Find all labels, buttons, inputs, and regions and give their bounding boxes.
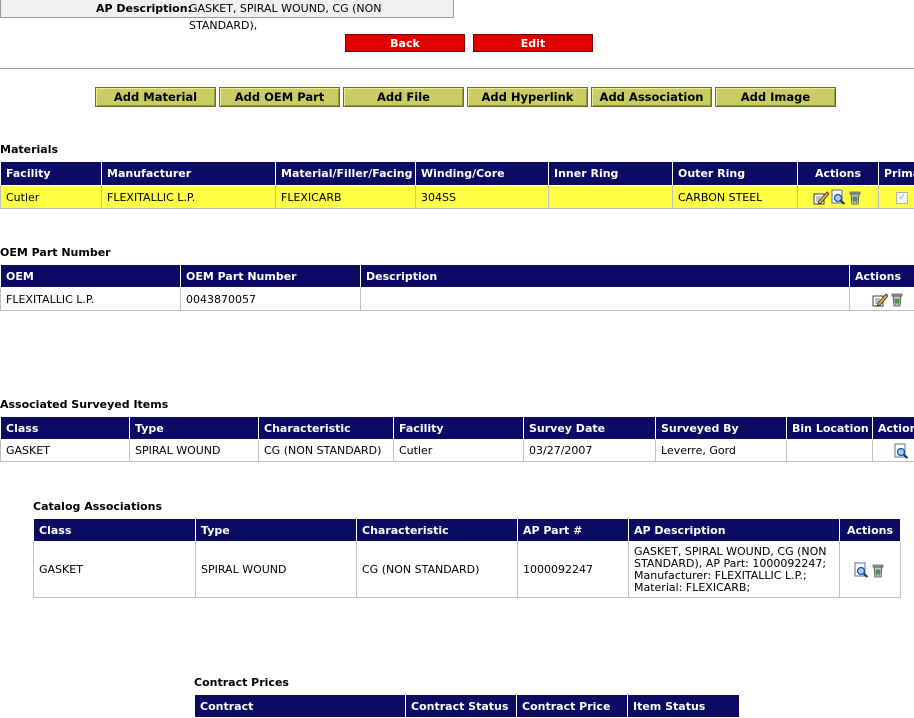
cell-ap-part: 1000092247 [518,542,629,598]
add-material-button[interactable]: Add Material [95,87,216,107]
col-description[interactable]: Description [361,265,850,288]
edit-icon[interactable] [872,291,888,307]
cell-manufacturer: FLEXITALLIC L.P. [102,186,276,209]
surveyed-table: Class Type Characteristic Facility Surve… [0,416,914,462]
contract-table: Contract Contract Status Contract Price … [194,694,740,718]
col-primary: Prima [879,162,914,186]
delete-icon[interactable] [889,291,905,307]
col-class[interactable]: Class [1,417,130,440]
col-characteristic[interactable]: Characteristic [259,417,394,440]
oem-header-row: OEM OEM Part Number Description Actions [1,265,914,288]
table-row[interactable]: Cutler FLEXITALLIC L.P. FLEXICARB 304SS … [1,186,914,209]
back-button[interactable]: Back [345,34,465,52]
cell-type: SPIRAL WOUND [196,542,357,598]
add-image-button[interactable]: Add Image [715,87,836,107]
catalog-header-row: Class Type Characteristic AP Part # AP D… [34,519,901,542]
add-association-button[interactable]: Add Association [591,87,712,107]
cell-material: FLEXICARB [276,186,416,209]
cell-actions [840,542,901,598]
col-type[interactable]: Type [196,519,357,542]
add-oem-part-button[interactable]: Add OEM Part [219,87,340,107]
divider [0,68,914,69]
cell-actions [798,186,879,209]
col-ap-description[interactable]: AP Description [629,519,840,542]
cell-primary: ✓ [879,186,914,209]
col-characteristic[interactable]: Characteristic [357,519,518,542]
cell-class: GASKET [34,542,196,598]
ap-description-label: AP Description: [96,0,192,17]
col-material[interactable]: Material/Filler/Facing [276,162,416,186]
col-contract-status[interactable]: Contract Status [406,695,517,718]
add-hyperlink-button[interactable]: Add Hyperlink [467,87,588,107]
cell-actions [850,288,914,311]
oem-title: OEM Part Number [0,246,111,259]
cell-outer-ring: CARBON STEEL [673,186,798,209]
col-type[interactable]: Type [130,417,259,440]
col-contract-price[interactable]: Contract Price [517,695,628,718]
view-icon[interactable] [893,443,909,459]
cell-surveyed-by: Leverre, Gord [656,440,787,462]
cell-characteristic: CG (NON STANDARD) [357,542,518,598]
col-manufacturer[interactable]: Manufacturer [102,162,276,186]
edit-icon[interactable] [813,189,829,205]
col-item-status[interactable]: Item Status [628,695,740,718]
col-ap-part[interactable]: AP Part # [518,519,629,542]
col-class[interactable]: Class [34,519,196,542]
col-action: Action [873,417,914,440]
cell-characteristic: CG (NON STANDARD) [259,440,394,462]
ap-description-value: GASKET, SPIRAL WOUND, CG (NON STANDARD), [189,0,453,34]
cell-action [873,440,914,462]
col-surveyed-by[interactable]: Surveyed By [656,417,787,440]
cell-facility: Cutler [1,186,102,209]
col-actions: Actions [840,519,901,542]
add-file-button[interactable]: Add File [343,87,464,107]
contract-header-row: Contract Contract Status Contract Price … [195,695,740,718]
view-icon[interactable] [853,562,869,578]
col-contract[interactable]: Contract [195,695,406,718]
view-icon[interactable] [830,189,846,205]
primary-checkbox[interactable]: ✓ [896,192,908,204]
table-row[interactable]: GASKET SPIRAL WOUND CG (NON STANDARD) 10… [34,542,901,598]
cell-oem-part-number: 0043870057 [181,288,361,311]
contract-title: Contract Prices [194,676,289,689]
cell-ap-description: GASKET, SPIRAL WOUND, CG (NON STANDARD),… [629,542,840,598]
ap-description-bar: AP Description: GASKET, SPIRAL WOUND, CG… [0,0,454,18]
materials-table: Facility Manufacturer Material/Filler/Fa… [0,161,914,209]
col-oem[interactable]: OEM [1,265,181,288]
cell-description [361,288,850,311]
col-facility[interactable]: Facility [394,417,524,440]
col-inner-ring[interactable]: Inner Ring [549,162,673,186]
cell-inner-ring [549,186,673,209]
cell-bin-location [787,440,873,462]
cell-oem: FLEXITALLIC L.P. [1,288,181,311]
cell-class: GASKET [1,440,130,462]
surveyed-title: Associated Surveyed Items [0,398,168,411]
col-bin-location[interactable]: Bin Location [787,417,873,440]
col-facility[interactable]: Facility [1,162,102,186]
cell-type: SPIRAL WOUND [130,440,259,462]
cell-winding: 304SS [416,186,549,209]
col-oem-part-number[interactable]: OEM Part Number [181,265,361,288]
edit-button[interactable]: Edit [473,34,593,52]
table-row[interactable]: GASKET SPIRAL WOUND CG (NON STANDARD) Cu… [1,440,914,462]
surveyed-header-row: Class Type Characteristic Facility Surve… [1,417,914,440]
table-row[interactable]: FLEXITALLIC L.P. 0043870057 [1,288,914,311]
col-actions: Actions [798,162,879,186]
delete-icon[interactable] [847,189,863,205]
col-outer-ring[interactable]: Outer Ring [673,162,798,186]
materials-header-row: Facility Manufacturer Material/Filler/Fa… [1,162,914,186]
catalog-table: Class Type Characteristic AP Part # AP D… [33,518,901,598]
delete-icon[interactable] [870,562,886,578]
col-survey-date[interactable]: Survey Date [524,417,656,440]
cell-survey-date: 03/27/2007 [524,440,656,462]
materials-title: Materials [0,143,58,156]
col-actions: Actions [850,265,914,288]
cell-facility: Cutler [394,440,524,462]
col-winding[interactable]: Winding/Core [416,162,549,186]
oem-table: OEM OEM Part Number Description Actions … [0,264,914,311]
catalog-title: Catalog Associations [33,500,162,513]
